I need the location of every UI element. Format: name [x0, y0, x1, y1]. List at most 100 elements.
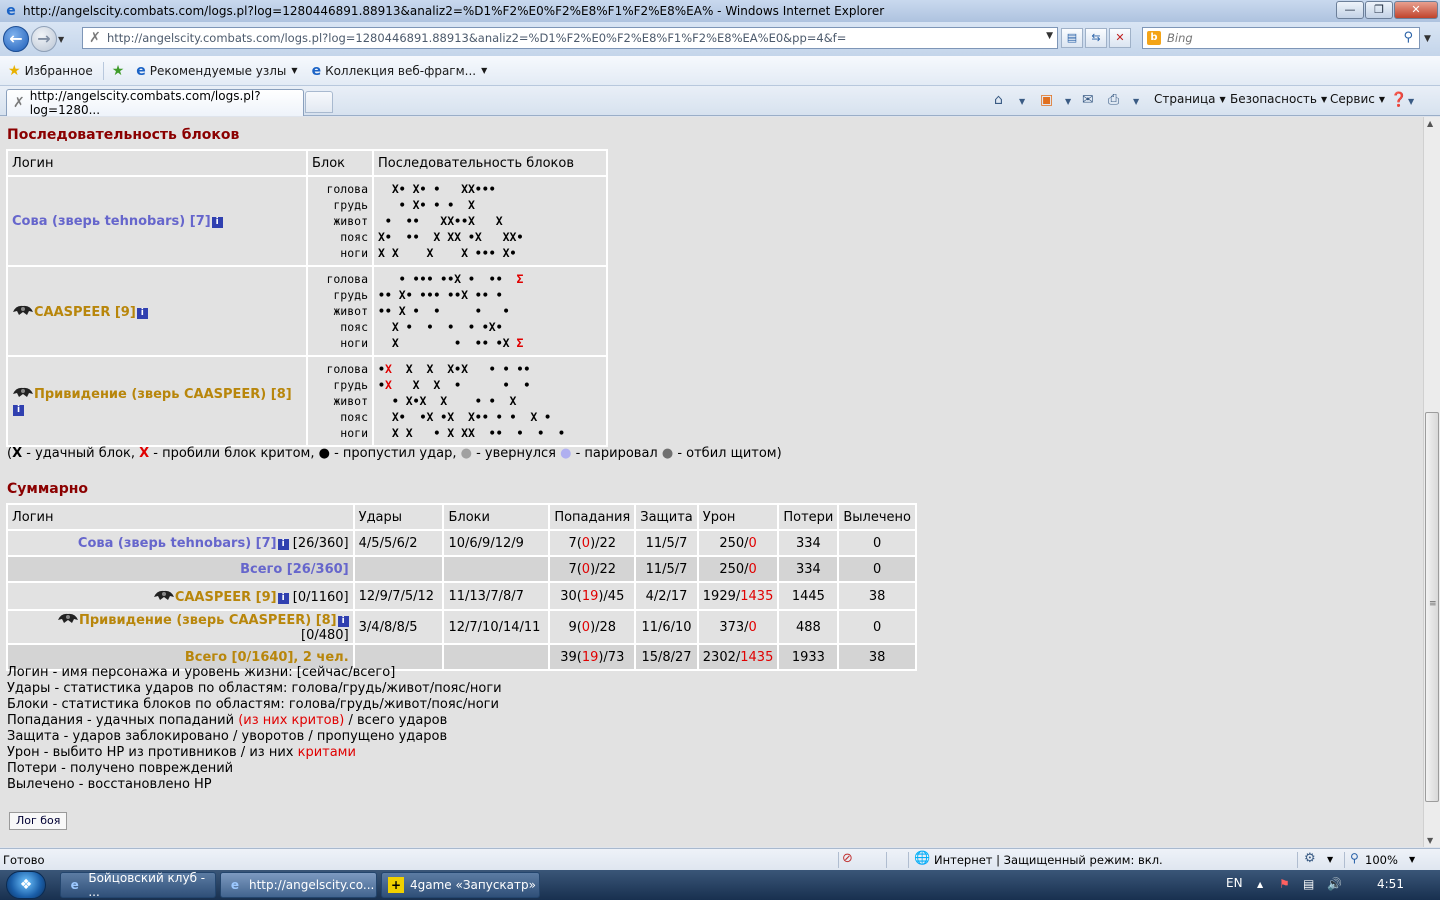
- volume-icon[interactable]: 🔊: [1327, 877, 1342, 891]
- landed-value: 7(0)/22: [548, 529, 637, 557]
- refresh-button[interactable]: ⇆: [1085, 28, 1107, 48]
- summary-row: CAASPEER [9] i [0/1160] 12/9/7/5/12 11/13…: [6, 581, 917, 611]
- search-input[interactable]: [1167, 31, 1367, 45]
- player-link[interactable]: Сова (зверь tehnobars) [7]: [12, 214, 211, 229]
- search-options-dropdown-icon[interactable]: ▼: [1424, 34, 1431, 44]
- blocks-value: 12/7/10/14/11: [442, 609, 551, 645]
- taskbar-item[interactable]: + 4game «Запускатр»: [381, 872, 540, 898]
- back-button[interactable]: ←: [3, 26, 29, 52]
- info-icon[interactable]: i: [277, 538, 289, 550]
- search-icon[interactable]: ⚲: [1403, 30, 1413, 45]
- player-link[interactable]: Привидение (зверь CAASPEER) [8]: [34, 387, 292, 402]
- help-icon[interactable]: ❓: [1390, 92, 1407, 108]
- address-url[interactable]: http://angelscity.combats.com/logs.pl?lo…: [107, 31, 846, 45]
- add-to-favorites-bar-button[interactable]: ★: [112, 63, 129, 79]
- blocks-section-title: Последовательность блоков: [7, 127, 240, 143]
- taskbar-item[interactable]: e Бойцовский клуб - ...: [60, 871, 216, 899]
- blocks-header-sequence: Последовательность блоков: [372, 149, 608, 177]
- print-icon[interactable]: ⎙: [1108, 92, 1119, 108]
- team-total-label: Всего [0/1640], 2 чел.: [184, 649, 349, 665]
- clan-emblem-icon: [13, 387, 33, 397]
- battle-log-button[interactable]: Лог боя: [9, 812, 68, 830]
- stop-button[interactable]: ✕: [1109, 28, 1131, 48]
- chevron-down-icon[interactable]: ▼: [1133, 97, 1139, 106]
- hp-value: [26/360]: [292, 535, 349, 551]
- scroll-down-icon[interactable]: ▼: [1427, 836, 1433, 845]
- show-hidden-icons-icon[interactable]: ▲: [1257, 880, 1263, 889]
- damage-total: 2302/: [702, 649, 741, 665]
- summary-table: Логин Удары Блоки Попадания Защита Урон …: [6, 503, 917, 671]
- rss-feeds-icon[interactable]: ▣: [1040, 92, 1053, 108]
- legend-x-text: - удачный блок,: [22, 446, 140, 461]
- note-text: Попадания - удачных попаданий: [7, 713, 239, 728]
- ie-page-icon: e: [311, 62, 322, 79]
- player-link[interactable]: CAASPEER [9]: [34, 305, 136, 320]
- info-icon[interactable]: i: [136, 307, 148, 319]
- new-tab-button[interactable]: [305, 91, 333, 113]
- zoom-level[interactable]: 100%: [1365, 853, 1398, 867]
- read-mail-icon[interactable]: ✉: [1082, 92, 1094, 108]
- info-icon[interactable]: i: [337, 616, 349, 627]
- chevron-down-icon[interactable]: ▼: [1408, 97, 1414, 106]
- vertical-scrollbar[interactable]: ▲ ≡ ▼: [1423, 117, 1440, 847]
- landed-value: 7(0)/22: [548, 555, 637, 583]
- start-button[interactable]: ❖: [6, 871, 46, 899]
- clan-emblem-icon: [153, 590, 174, 600]
- player-link[interactable]: Сова (зверь tehnobars) [7]: [78, 536, 277, 551]
- taskbar-item[interactable]: e http://angelscity.co...: [220, 872, 377, 898]
- tools-menu[interactable]: Сервис ▼: [1330, 92, 1385, 106]
- block-sequence: •X X X X•X • • •• •X X X • • • • X•X X •…: [372, 355, 608, 447]
- landed-total: )/22: [590, 535, 617, 551]
- grip-icon: ≡: [1429, 599, 1437, 609]
- minimize-button[interactable]: —: [1336, 1, 1364, 19]
- player-link[interactable]: CAASPEER [9]: [175, 590, 277, 605]
- chevron-down-icon[interactable]: ▼: [1065, 97, 1071, 106]
- hits-value: 12/9/7/5/12: [352, 581, 445, 611]
- legend-shield-text: - отбил щитом): [673, 446, 782, 461]
- defense-value: 11/5/7: [634, 529, 699, 557]
- healed-value: 0: [837, 555, 917, 583]
- chevron-down-icon[interactable]: ▼: [1409, 855, 1415, 864]
- summary-row: Сова (зверь tehnobars) [7] i [26/360] 4/5…: [6, 529, 917, 557]
- scroll-up-icon[interactable]: ▲: [1427, 119, 1433, 128]
- chevron-down-icon[interactable]: ▼: [1019, 97, 1025, 106]
- address-dropdown-icon[interactable]: ▼: [1046, 31, 1053, 41]
- ie-logo-icon: e: [70, 878, 79, 892]
- taskbar-item-label: Бойцовский клуб - ...: [88, 871, 206, 899]
- popup-blocker-icon[interactable]: ⊘: [842, 851, 853, 866]
- security-zone-text[interactable]: Интернет | Защищенный режим: вкл.: [934, 853, 1163, 867]
- tab-current[interactable]: ✗ http://angelscity.combats.com/logs.pl?…: [6, 89, 304, 117]
- recommended-sites-link[interactable]: e Рекомендуемые узлы ▼: [136, 63, 297, 79]
- zoom-icon: ⚲: [1350, 851, 1359, 865]
- scrollbar-thumb[interactable]: ≡: [1425, 412, 1439, 802]
- info-icon[interactable]: i: [277, 592, 289, 604]
- address-bar[interactable]: ✗ http://angelscity.combats.com/logs.pl?…: [82, 27, 1058, 49]
- star-icon: ★: [8, 62, 21, 79]
- info-icon[interactable]: i: [211, 216, 223, 228]
- maximize-button[interactable]: ❐: [1365, 1, 1393, 19]
- safety-menu[interactable]: Безопасность ▼: [1230, 92, 1327, 106]
- page-menu[interactable]: Страница ▼: [1154, 92, 1226, 106]
- recent-pages-dropdown-icon[interactable]: ▼: [58, 35, 68, 45]
- info-icon[interactable]: i: [13, 405, 24, 416]
- home-icon[interactable]: ⌂: [994, 92, 1003, 108]
- player-link[interactable]: Привидение (зверь CAASPEER) [8]: [79, 613, 337, 628]
- landed-value: 9(0)/28: [548, 609, 637, 645]
- flag-icon[interactable]: ⚑: [1279, 877, 1290, 891]
- chevron-down-icon[interactable]: ▼: [1327, 855, 1333, 864]
- clock[interactable]: 4:51: [1377, 877, 1404, 891]
- network-icon[interactable]: ▤: [1303, 877, 1314, 891]
- landed-value: 30(19)/45: [548, 581, 637, 611]
- forward-button[interactable]: →: [31, 26, 57, 52]
- favorites-button[interactable]: ★ Избранное: [8, 63, 93, 79]
- search-box[interactable]: b ⚲: [1142, 27, 1420, 49]
- protected-mode-icon[interactable]: ⚙: [1304, 851, 1316, 866]
- language-indicator[interactable]: EN: [1226, 876, 1243, 890]
- compatibility-view-button[interactable]: ▤: [1061, 28, 1083, 48]
- page-error-icon: ✗: [89, 30, 101, 46]
- web-slice-gallery-link[interactable]: e Коллекция веб-фрагм... ▼: [312, 63, 488, 79]
- hits-value: [352, 555, 445, 583]
- web-slice-gallery-label: Коллекция веб-фрагм...: [325, 63, 477, 78]
- close-window-button[interactable]: ✕: [1394, 1, 1438, 19]
- landed-count: 7(: [568, 561, 582, 577]
